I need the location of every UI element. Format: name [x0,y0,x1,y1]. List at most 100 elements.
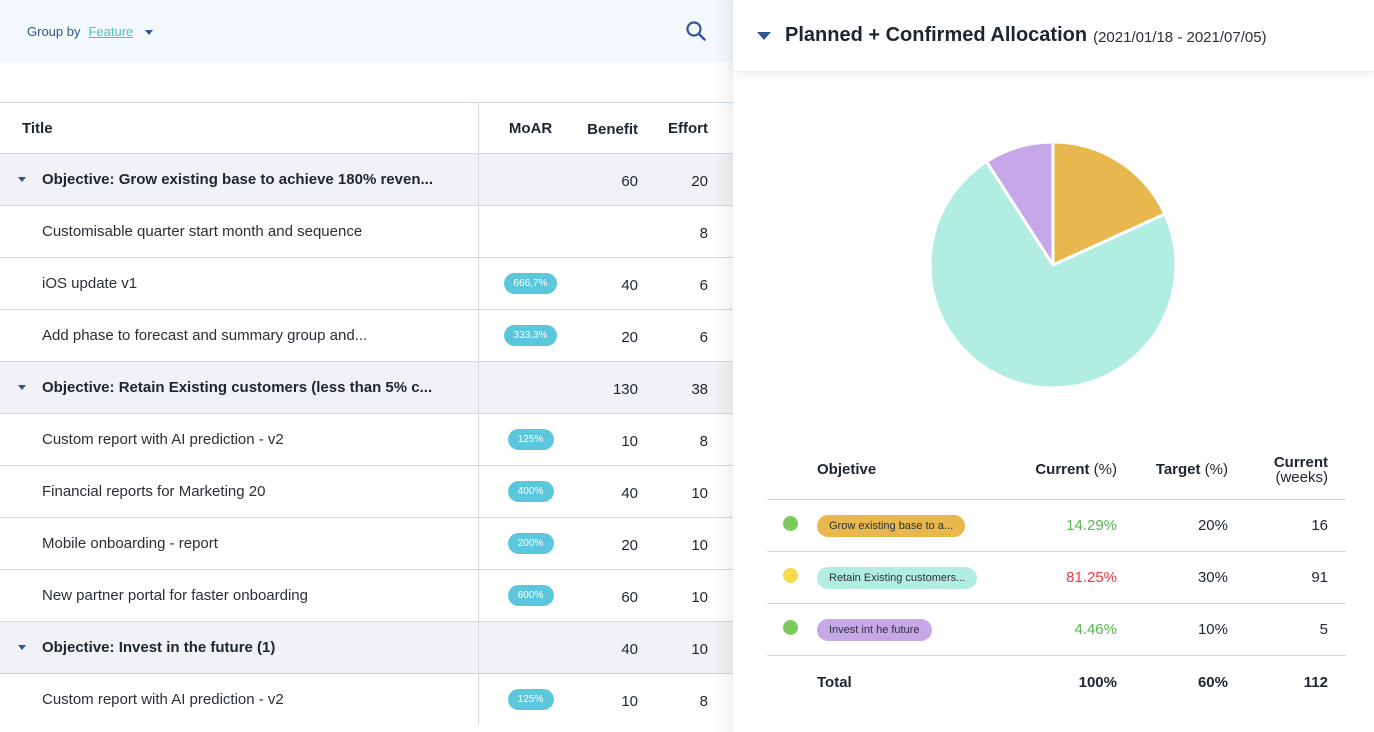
row-title[interactable]: Mobile onboarding - report [0,518,479,569]
current-weeks: 16 [1311,517,1328,534]
panel-title: Planned + Confirmed Allocation [785,24,1088,46]
moar-cell: 125% [479,429,582,450]
effort-cell: 8 [699,225,708,242]
column-header-title[interactable]: Title [0,103,479,153]
current-weeks: 91 [1311,569,1328,586]
date-range: (2021/01/18 - 2021/07/05) [1093,28,1267,46]
allocation-total-row: Total 100% 60% 112 [767,655,1346,709]
collapse-caret-icon[interactable] [757,31,771,40]
target-percent: 10% [1197,621,1228,638]
current-percent: 81.25% [1066,569,1117,586]
effort-cell: 8 [699,433,708,450]
search-icon[interactable] [685,20,707,42]
moar-badge: 333,3% [503,325,558,346]
total-target: 60% [1197,674,1228,691]
chevron-down-icon[interactable] [145,29,154,35]
column-header-benefit[interactable]: Benefit [582,119,638,138]
expand-caret-icon[interactable] [18,177,26,182]
group-by-label: Group by [27,23,81,39]
objective-group-row[interactable]: Objective: Invest in the future (1) 40 10 [0,621,733,673]
benefit-cell: 20 [621,329,638,346]
effort-cell: 10 [691,589,708,606]
moar-badge: 200% [507,533,554,554]
allocation-table: Objetive Current (%) Target (%) Current(… [767,440,1346,709]
benefit-cell: 40 [621,277,638,294]
table-row[interactable]: Add phase to forecast and summary group … [0,309,733,361]
allocation-row: Grow existing base to a... 14.29% 20% 16 [767,499,1346,551]
table-header: Title MoAR Benefit Effort [0,102,733,153]
moar-cell: 200% [479,533,582,554]
target-percent: 20% [1197,517,1228,534]
total-weeks: 112 [1303,674,1328,691]
feature-table: Title MoAR Benefit Effort Objective: Gro… [0,102,733,725]
effort-cell: 20 [691,173,708,190]
allocation-table-header: Objetive Current (%) Target (%) Current(… [767,440,1346,499]
benefit-cell: 10 [621,433,638,450]
row-title[interactable]: Financial reports for Marketing 20 [0,466,479,517]
objective-pill[interactable]: Retain Existing customers... [817,566,978,589]
table-row[interactable]: Customisable quarter start month and seq… [0,205,733,257]
effort-cell: 38 [691,381,708,398]
effort-cell: 6 [699,329,708,346]
benefit-cell: 10 [621,693,638,710]
objective-pill[interactable]: Grow existing base to a... [817,514,966,537]
target-percent: 30% [1197,569,1228,586]
pie-svg [928,140,1178,390]
column-header-moar[interactable]: MoAR [479,120,582,137]
moar-cell: 666,7% [479,273,582,294]
group-by-dropdown[interactable]: Feature [88,24,133,39]
header-target: Target (%) [1155,461,1228,478]
row-title[interactable]: Custom report with AI prediction - v2 [0,674,479,725]
row-title[interactable]: Objective: Invest in the future (1) [0,622,479,673]
allocation-pie-chart [923,135,1183,395]
effort-cell: 10 [691,485,708,502]
moar-badge: 400% [507,481,554,502]
moar-cell: 600% [479,585,582,606]
allocation-header: Planned + Confirmed Allocation (2021/01/… [733,0,1374,72]
expand-caret-icon[interactable] [18,645,26,650]
table-row[interactable]: Financial reports for Marketing 20 400% 40… [0,465,733,517]
table-row[interactable]: Custom report with AI prediction - v2 125… [0,413,733,465]
objective-group-row[interactable]: Objective: Retain Existing customers (le… [0,361,733,413]
moar-cell: 333,3% [479,325,582,346]
moar-cell: 400% [479,481,582,502]
row-title[interactable]: iOS update v1 [0,258,479,309]
row-title[interactable]: Customisable quarter start month and seq… [0,206,479,257]
expand-caret-icon[interactable] [18,385,26,390]
benefit-cell: 60 [621,173,638,190]
objective-group-row[interactable]: Objective: Grow existing base to achieve… [0,153,733,205]
current-percent: 4.46% [1074,621,1117,638]
objective-pill[interactable]: Invest int he future [817,618,932,641]
benefit-cell: 60 [621,589,638,606]
table-row[interactable]: Mobile onboarding - report 200% 20 10 [0,517,733,569]
effort-cell: 10 [691,537,708,554]
benefit-cell: 20 [621,537,638,554]
status-dot-icon [783,568,798,583]
effort-cell: 6 [699,277,708,294]
benefit-cell: 130 [612,381,638,398]
current-weeks: 5 [1319,621,1328,638]
column-header-effort[interactable]: Effort [638,120,708,137]
table-row[interactable]: iOS update v1 666,7% 40 6 [0,257,733,309]
effort-cell: 8 [699,693,708,710]
row-title[interactable]: New partner portal for faster onboarding [0,570,479,621]
table-row[interactable]: Custom report with AI prediction - v2 125… [0,673,733,725]
status-dot-icon [783,516,798,531]
row-title[interactable]: Objective: Grow existing base to achieve… [0,154,479,205]
row-title[interactable]: Add phase to forecast and summary group … [0,310,479,361]
allocation-panel: Planned + Confirmed Allocation (2021/01/… [733,0,1374,732]
allocation-row: Invest int he future 4.46% 10% 5 [767,603,1346,655]
benefit-cell [582,230,638,234]
moar-badge: 125% [507,429,554,450]
moar-cell: 125% [479,689,582,710]
status-dot-icon [783,620,798,635]
feature-list-panel: Group by Feature Title MoAR Benefit Effo… [0,0,733,732]
total-current: 100% [1078,674,1117,691]
moar-badge: 125% [507,689,554,710]
total-label: Total [817,674,852,691]
header-current: Current (%) [1035,461,1117,478]
table-row[interactable]: New partner portal for faster onboarding… [0,569,733,621]
row-title[interactable]: Custom report with AI prediction - v2 [0,414,479,465]
toolbar: Group by Feature [0,0,733,62]
row-title[interactable]: Objective: Retain Existing customers (le… [0,362,479,413]
